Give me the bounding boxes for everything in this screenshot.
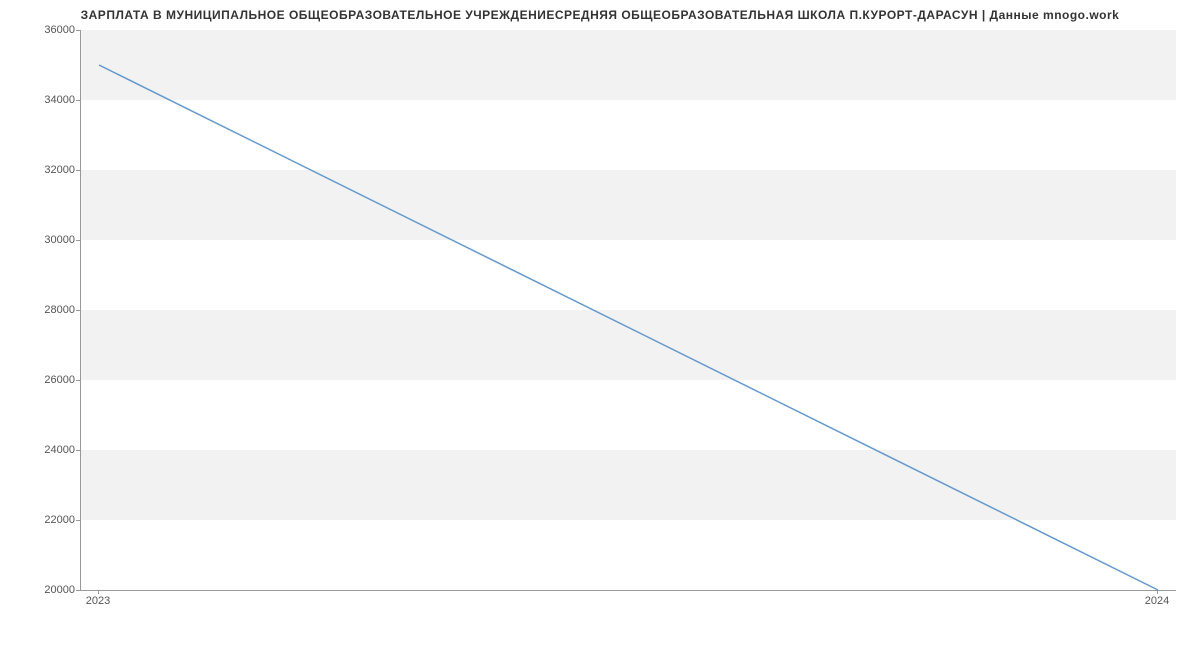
y-tick-label: 30000 (25, 234, 75, 246)
y-tick-label: 28000 (25, 304, 75, 316)
chart-title: ЗАРПЛАТА В МУНИЦИПАЛЬНОЕ ОБЩЕОБРАЗОВАТЕЛ… (0, 0, 1200, 22)
y-tick-label: 20000 (25, 584, 75, 596)
chart-line (81, 30, 1176, 590)
y-tick-label: 36000 (25, 24, 75, 36)
y-tick-label: 32000 (25, 164, 75, 176)
y-tick-label: 34000 (25, 94, 75, 106)
y-tick-label: 22000 (25, 514, 75, 526)
x-tick-label: 2024 (1145, 595, 1169, 607)
x-tick-label: 2023 (86, 595, 110, 607)
plot-area (80, 30, 1176, 591)
chart-container: ЗАРПЛАТА В МУНИЦИПАЛЬНОЕ ОБЩЕОБРАЗОВАТЕЛ… (0, 0, 1200, 650)
y-tick-label: 24000 (25, 444, 75, 456)
y-tick-label: 26000 (25, 374, 75, 386)
